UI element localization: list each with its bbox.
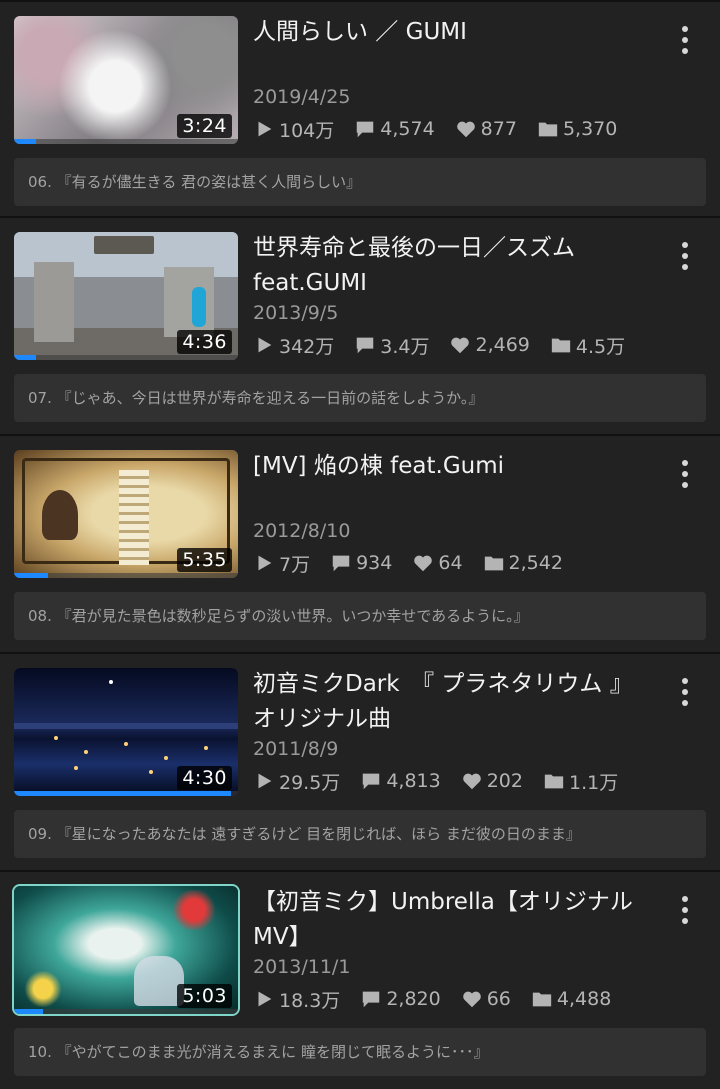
- video-description: 09. 『星になったあなたは 遠すぎるけど 目を閉じれば、ほら まだ彼の日のまま…: [14, 810, 706, 858]
- video-title[interactable]: 人間らしい ／ GUMI: [253, 15, 653, 50]
- video-title[interactable]: 【初音ミク】Umbrella【オリジナルMV】: [253, 885, 653, 955]
- play-icon: [258, 773, 272, 789]
- folder-icon: [538, 122, 558, 137]
- folder-icon: [532, 992, 552, 1007]
- watch-progress-fill: [14, 355, 37, 360]
- video-date: 2013/9/5: [253, 302, 339, 324]
- video-stats: 104万 4,574 877 5,370: [253, 115, 637, 143]
- folder-icon: [544, 774, 564, 789]
- video-list: 3:24 人間らしい ／ GUMI 2019/4/25 104万 4,574 8…: [0, 0, 720, 1089]
- mylist-count: 2,542: [483, 552, 563, 574]
- play-icon: [258, 121, 272, 137]
- video-stats: 18.3万 2,820 66 4,488: [253, 985, 631, 1013]
- video-duration: 5:03: [177, 984, 232, 1008]
- video-title[interactable]: [MV] 焔の棟 feat.Gumi: [253, 449, 653, 484]
- comment-count: 4,574: [354, 118, 435, 140]
- video-title[interactable]: 初音ミクDark 『 プラネタリウム 』オリジナル曲: [253, 667, 653, 737]
- video-item[interactable]: 5:03 【初音ミク】Umbrella【オリジナルMV】 2013/11/1 1…: [0, 872, 720, 1089]
- play-icon: [258, 991, 272, 1007]
- comment-count: 934: [330, 552, 392, 574]
- more-vertical-icon[interactable]: [670, 672, 700, 712]
- video-date: 2013/11/1: [253, 956, 351, 978]
- video-thumbnail[interactable]: 4:36: [14, 232, 238, 360]
- watch-progress-fill: [14, 791, 232, 796]
- watch-progress-bar: [14, 573, 238, 578]
- more-vertical-icon[interactable]: [670, 236, 700, 276]
- comment-icon: [332, 555, 350, 572]
- mylist-count: 5,370: [537, 118, 617, 140]
- view-count: 7万: [253, 550, 310, 577]
- view-count: 18.3万: [253, 986, 340, 1013]
- video-stats: 29.5万 4,813 202 1.1万: [253, 767, 638, 795]
- comment-count: 2,820: [360, 988, 441, 1010]
- folder-icon: [551, 338, 571, 353]
- video-description: 07. 『じゃあ、今日は世界が寿命を迎える一日前の話をしようか。』: [14, 374, 706, 422]
- heart-icon: [414, 555, 433, 572]
- comment-count: 4,813: [360, 770, 441, 792]
- video-thumbnail[interactable]: 4:30: [14, 668, 238, 796]
- heart-icon: [462, 991, 481, 1008]
- video-description: 10. 『やがてこのまま光が消えるまえに 瞳を閉じて眠るように･･･』: [14, 1028, 706, 1076]
- more-vertical-icon[interactable]: [670, 890, 700, 930]
- mylist-count: 4.5万: [550, 332, 625, 359]
- video-duration: 3:24: [177, 114, 232, 138]
- watch-progress-bar: [14, 139, 238, 144]
- folder-icon: [484, 556, 503, 571]
- heart-icon: [451, 337, 470, 354]
- watch-progress-bar: [14, 1009, 238, 1014]
- like-count: 877: [455, 118, 517, 140]
- video-date: 2012/8/10: [253, 520, 351, 542]
- view-count: 342万: [253, 332, 334, 359]
- comment-icon: [363, 991, 380, 1008]
- heart-icon: [462, 773, 481, 790]
- video-date: 2011/8/9: [253, 738, 339, 760]
- comment-icon: [357, 337, 374, 354]
- video-stats: 7万 934 64 2,542: [253, 549, 583, 577]
- more-vertical-icon[interactable]: [670, 454, 700, 494]
- watch-progress-fill: [14, 139, 37, 144]
- video-item[interactable]: 5:35 [MV] 焔の棟 feat.Gumi 2012/8/10 7万 934…: [0, 436, 720, 654]
- watch-progress-fill: [14, 573, 48, 578]
- video-title[interactable]: 世界寿命と最後の一日／スズム feat.GUMI: [253, 231, 653, 301]
- comment-icon: [363, 773, 380, 790]
- video-thumbnail[interactable]: 3:24: [14, 16, 238, 144]
- play-icon: [258, 555, 272, 571]
- video-description: 08. 『君が見た景色は数秒足らずの淡い世界。いつか幸せであるように。』: [14, 592, 706, 640]
- video-duration: 4:30: [177, 766, 232, 790]
- video-date: 2019/4/25: [253, 86, 351, 108]
- like-count: 66: [461, 988, 511, 1010]
- mylist-count: 4,488: [531, 988, 611, 1010]
- video-item[interactable]: 4:36 世界寿命と最後の一日／スズム feat.GUMI 2013/9/5 3…: [0, 218, 720, 436]
- video-item[interactable]: 4:30 初音ミクDark 『 プラネタリウム 』オリジナル曲 2011/8/9…: [0, 654, 720, 872]
- comment-count: 3.4万: [354, 332, 429, 359]
- view-count: 29.5万: [253, 768, 340, 795]
- watch-progress-bar: [14, 791, 238, 796]
- video-item[interactable]: 3:24 人間らしい ／ GUMI 2019/4/25 104万 4,574 8…: [0, 0, 720, 218]
- video-thumbnail[interactable]: 5:03: [12, 884, 240, 1016]
- view-count: 104万: [253, 116, 334, 143]
- comment-icon: [357, 121, 374, 138]
- heart-icon: [456, 121, 475, 138]
- play-icon: [258, 337, 272, 353]
- like-count: 64: [412, 552, 463, 574]
- video-stats: 342万 3.4万 2,469 4.5万: [253, 331, 645, 359]
- video-duration: 4:36: [177, 330, 232, 354]
- video-description: 06. 『有るが儘生きる 君の姿は甚く人間らしい』: [14, 158, 706, 206]
- video-duration: 5:35: [177, 548, 232, 572]
- like-count: 2,469: [449, 334, 530, 356]
- more-vertical-icon[interactable]: [670, 20, 700, 60]
- like-count: 202: [461, 770, 523, 792]
- video-thumbnail[interactable]: 5:35: [14, 450, 238, 578]
- watch-progress-fill: [14, 1009, 44, 1014]
- watch-progress-bar: [14, 355, 238, 360]
- mylist-count: 1.1万: [543, 768, 618, 795]
